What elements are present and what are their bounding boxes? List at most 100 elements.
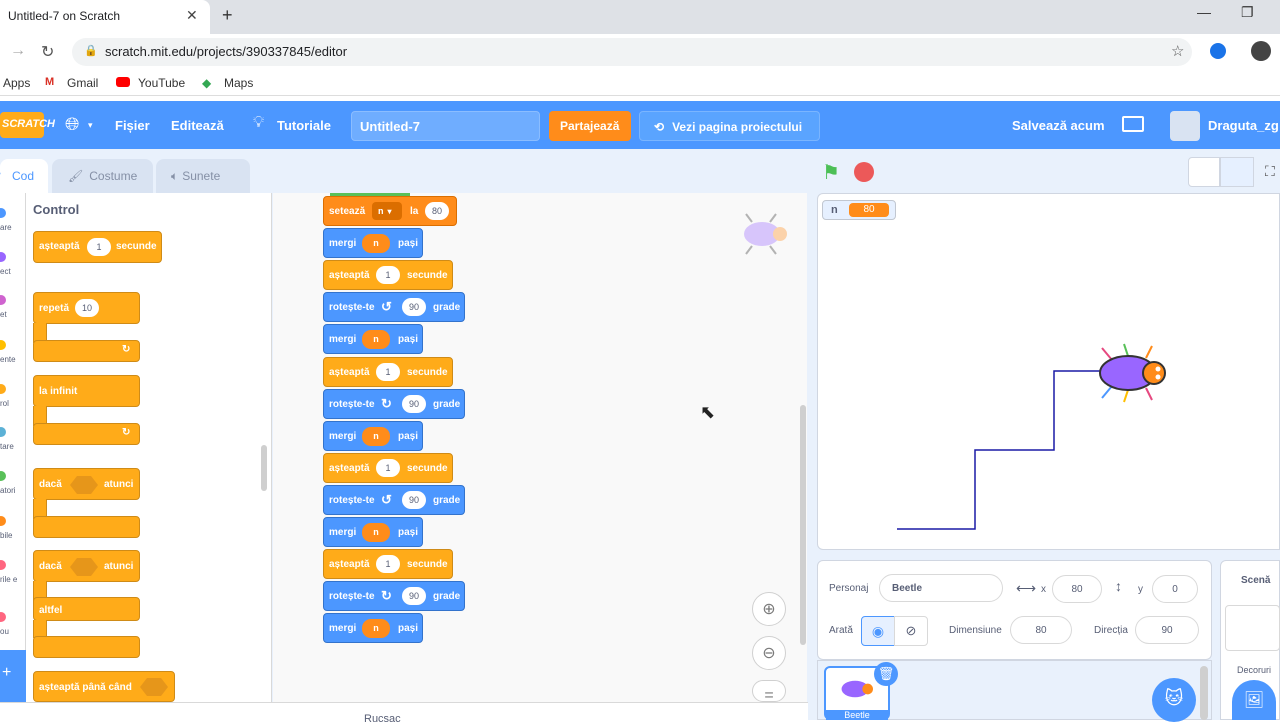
tab-costumes[interactable]: 🖌︎ Costume (52, 159, 153, 193)
wait-input[interactable]: 1 (376, 458, 400, 477)
wait-input[interactable]: 1 (376, 362, 400, 381)
choose-sprite-icon[interactable]: 🐱︎ (1152, 678, 1196, 722)
backpack-strip[interactable]: Rucsac (0, 702, 808, 725)
hide-sprite-eye-icon[interactable]: ⊘ (894, 616, 928, 646)
steps-variable[interactable]: n (362, 523, 390, 542)
zoom-in-button[interactable]: ⊕ (752, 592, 786, 626)
scratch-logo[interactable]: SCRATCH (0, 112, 55, 138)
wait-input[interactable]: 1 (376, 266, 400, 285)
direction-input[interactable]: 90 (1135, 616, 1199, 644)
move-steps-block[interactable]: mergi n pași (323, 613, 423, 644)
stage-thumbnail[interactable] (1225, 605, 1280, 651)
tab-sounds[interactable]: 🔈︎ Sunete (156, 159, 250, 193)
maximize-icon[interactable]: ❐ (1241, 4, 1254, 21)
wait-input[interactable]: 1 (87, 238, 111, 256)
category-label[interactable]: tare (0, 442, 14, 451)
set-value-input[interactable]: 80 (425, 202, 449, 220)
large-stage-button[interactable] (1220, 157, 1254, 187)
variable-dropdown[interactable]: n ▾ (372, 202, 402, 220)
category-label[interactable]: atori (0, 486, 16, 495)
show-sprite-eye-icon[interactable]: ◉ (861, 616, 895, 646)
wait-seconds-block[interactable]: așteaptă 1 secunde (323, 356, 453, 387)
move-steps-block[interactable]: mergi n pași (323, 517, 423, 547)
move-steps-block[interactable]: mergi n pași (323, 324, 423, 355)
star-icon[interactable]: ☆ (1171, 42, 1184, 60)
forever-block[interactable]: la infinit (33, 375, 140, 407)
small-stage-button[interactable] (1188, 157, 1220, 187)
zoom-out-button[interactable]: ⊖ (752, 636, 786, 670)
category-label[interactable]: are (0, 223, 12, 232)
degrees-input[interactable]: 90 (402, 394, 426, 413)
add-extension-button[interactable]: + (0, 650, 26, 702)
globe-icon[interactable]: 🌐︎ (65, 114, 79, 135)
beetle-sprite-icon[interactable] (1098, 342, 1170, 404)
condition-slot[interactable] (70, 558, 98, 576)
degrees-input[interactable]: 90 (402, 587, 426, 606)
steps-variable[interactable]: n (362, 426, 390, 446)
menu-edit[interactable]: Editează (171, 118, 224, 133)
move-steps-block[interactable]: mergi n pași (323, 228, 423, 259)
menu-file[interactable]: Fișier (115, 118, 150, 133)
zoom-reset-button[interactable]: = (752, 680, 786, 702)
wait-block[interactable]: așteaptă 1 secunde (33, 231, 162, 263)
folder-icon[interactable] (1122, 116, 1144, 132)
new-tab-icon[interactable]: + (222, 5, 233, 26)
category-label[interactable]: rile e (0, 575, 17, 584)
turn-left-block[interactable]: rotește-te ↺ 90 grade (323, 292, 465, 323)
size-input[interactable]: 80 (1010, 616, 1072, 644)
category-label[interactable]: et (0, 310, 7, 319)
username[interactable]: Draguta_zg (1208, 118, 1279, 133)
choose-backdrop-icon[interactable]: 🖼︎ (1232, 680, 1276, 720)
x-input[interactable]: 80 (1052, 575, 1102, 603)
sprite-list-scrollbar[interactable] (1200, 666, 1208, 720)
steps-variable[interactable]: n (362, 330, 390, 350)
wait-seconds-block[interactable]: așteaptă 1 secunde (323, 549, 453, 580)
menu-tutorials[interactable]: Tutoriale (277, 118, 331, 133)
if-block[interactable]: dacă atunci (33, 468, 140, 500)
bookmark-apps[interactable]: Apps (3, 76, 30, 90)
minimize-icon[interactable]: — (1197, 4, 1211, 20)
repeat-block[interactable]: repetă 10 (33, 292, 140, 324)
category-label[interactable]: ou (0, 627, 9, 636)
move-steps-block[interactable]: mergi n pași (323, 420, 423, 451)
set-variable-block[interactable]: setează n ▾ la 80 (323, 196, 457, 226)
green-flag-icon[interactable]: ⚑ (822, 160, 840, 185)
condition-slot[interactable] (140, 678, 168, 696)
tab-code[interactable]: • Cod (0, 159, 48, 193)
project-title-input[interactable]: Untitled-7 (351, 111, 540, 141)
script-scrollbar[interactable] (800, 405, 806, 645)
extension-icon[interactable] (1210, 43, 1226, 59)
steps-variable[interactable]: n (362, 619, 390, 639)
stop-icon[interactable] (854, 162, 874, 182)
reload-icon[interactable]: ↻ (41, 42, 54, 62)
wait-seconds-block[interactable]: așteaptă 1 secunde (323, 260, 453, 291)
category-label[interactable]: rol (0, 399, 9, 408)
turn-right-block[interactable]: rotește-te ↻ 90 grade (323, 388, 465, 419)
avatar[interactable] (1170, 111, 1200, 141)
sprite-name-input[interactable]: Beetle (879, 574, 1003, 602)
category-label[interactable]: bile (0, 531, 12, 540)
forward-icon[interactable]: → (10, 42, 26, 60)
bookmark-youtube[interactable]: YouTube (138, 76, 185, 90)
close-tab-icon[interactable]: ✕ (186, 7, 198, 24)
bookmark-gmail[interactable]: Gmail (67, 76, 98, 90)
steps-variable[interactable]: n (362, 234, 390, 254)
y-input[interactable]: 0 (1152, 575, 1198, 603)
wait-until-block[interactable]: așteaptă până când (33, 671, 175, 702)
degrees-input[interactable]: 90 (402, 298, 426, 317)
delete-sprite-icon[interactable]: 🗑︎ (874, 662, 898, 686)
turn-left-block[interactable]: rotește-te ↺ 90 grade (323, 484, 465, 515)
turn-right-block[interactable]: rotește-te ↻ 90 grade (323, 581, 465, 612)
degrees-input[interactable]: 90 (402, 490, 426, 509)
save-now-button[interactable]: Salvează acum (1012, 118, 1105, 133)
profile-icon[interactable] (1251, 41, 1271, 61)
see-project-page-button[interactable]: ⟲ Vezi pagina proiectului (639, 111, 820, 141)
bookmark-maps[interactable]: Maps (224, 76, 253, 90)
wait-seconds-block[interactable]: așteaptă 1 secunde (323, 452, 453, 483)
palette-scrollbar[interactable] (261, 445, 267, 491)
category-label[interactable]: ente (0, 355, 16, 364)
category-label[interactable]: ect (0, 267, 11, 276)
wait-input[interactable]: 1 (376, 555, 400, 574)
repeat-input[interactable]: 10 (75, 299, 99, 317)
fullscreen-icon[interactable]: ⛶ (1265, 163, 1275, 180)
